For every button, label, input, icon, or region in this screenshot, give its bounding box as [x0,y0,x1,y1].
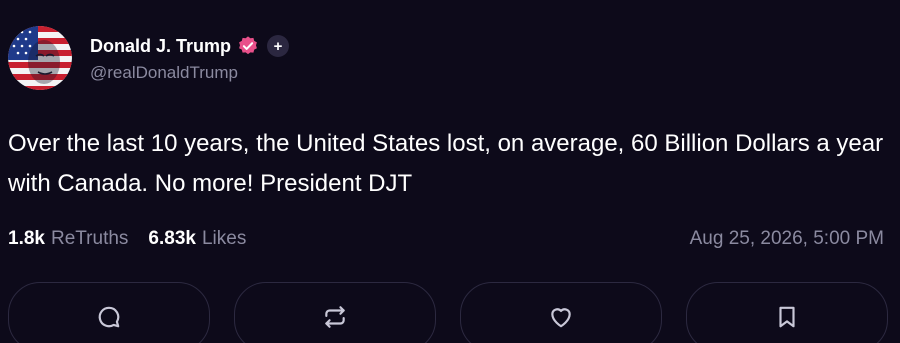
post-card: Donald J. Trump + @realDonaldTrump Over … [0,0,900,343]
post-text: Over the last 10 years, the United State… [8,130,884,197]
post-timestamp[interactable]: Aug 25, 2026, 5:00 PM [690,228,884,250]
verified-badge-icon [239,36,257,55]
post-header: Donald J. Trump + @realDonaldTrump [8,26,290,90]
action-bar [8,282,888,343]
retruths-label[interactable]: ReTruths [51,228,128,250]
avatar-flag-icon [8,26,72,90]
retruths-count[interactable]: 1.8k [8,228,45,250]
bookmark-icon [779,306,795,328]
likes-count[interactable]: 6.83k [148,228,196,250]
author-name-row: Donald J. Trump + [90,33,290,59]
reply-icon [98,306,120,328]
retruth-icon [325,306,345,328]
author-display-name[interactable]: Donald J. Trump [90,36,231,57]
retruth-button[interactable] [234,282,436,343]
plus-icon[interactable]: + [267,35,290,57]
reply-button[interactable] [8,282,210,343]
avatar[interactable] [8,26,72,90]
author-handle[interactable]: @realDonaldTrump [90,63,289,83]
post-stats: 1.8k ReTruths 6.83k Likes [8,228,246,250]
bookmark-button[interactable] [686,282,888,343]
likes-label[interactable]: Likes [202,228,246,250]
author-info: Donald J. Trump + @realDonaldTrump [90,33,290,83]
like-icon [551,308,571,328]
like-button[interactable] [460,282,662,343]
